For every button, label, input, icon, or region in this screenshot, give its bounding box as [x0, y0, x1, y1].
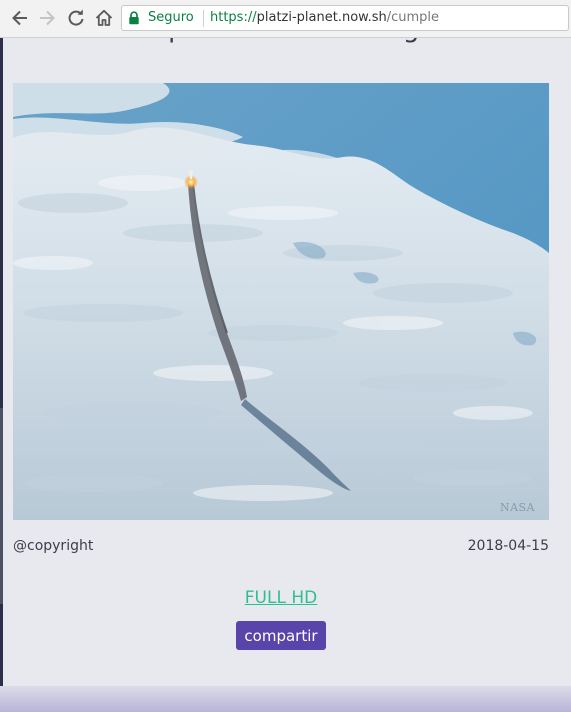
home-icon	[95, 9, 113, 26]
arrow-left-icon	[12, 10, 27, 26]
back-button[interactable]	[10, 8, 30, 28]
photo-credit: NASA	[499, 501, 535, 514]
photo-date: 2018-04-15	[467, 538, 549, 554]
address-separator	[203, 10, 204, 27]
arrow-right-icon	[40, 10, 55, 26]
address-bar[interactable]: Seguro https://platzi-planet.now.sh/cump…	[121, 5, 569, 31]
url-path: /cumple	[386, 10, 440, 25]
security-label: Seguro	[148, 10, 194, 25]
url-scheme: https://	[210, 10, 257, 25]
copyright-text: @copyright	[13, 538, 94, 554]
url-host: platzi-planet.now.sh	[256, 10, 387, 25]
apod-photo: NASA	[13, 83, 549, 520]
full-hd-link[interactable]: FULL HD	[0, 588, 562, 608]
reload-icon	[68, 9, 84, 26]
home-button[interactable]	[94, 8, 114, 28]
browser-toolbar: Seguro https://platzi-planet.now.sh/cump…	[0, 0, 571, 38]
page-footer-bar	[0, 686, 571, 712]
share-button[interactable]: compartir	[236, 621, 326, 650]
window-edge-highlight	[0, 408, 3, 604]
lock-icon	[129, 11, 139, 25]
reload-button[interactable]	[66, 8, 86, 28]
forward-button[interactable]	[37, 8, 57, 28]
url-text: https://platzi-planet.now.sh/cumple	[210, 10, 439, 25]
